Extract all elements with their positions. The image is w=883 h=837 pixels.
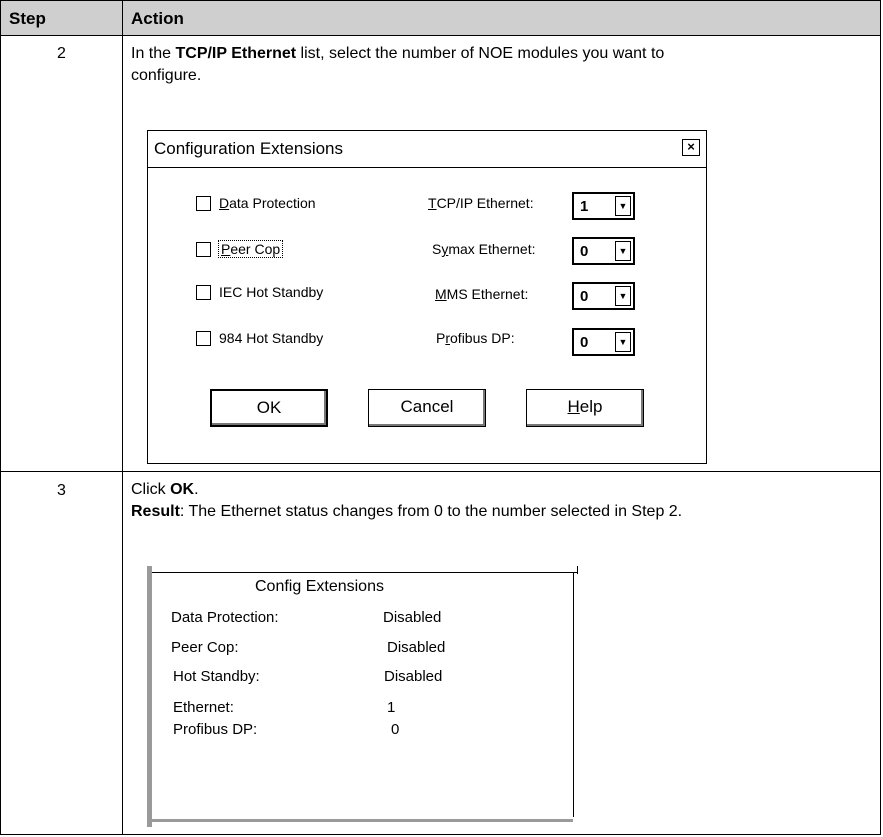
symax-ethernet-select[interactable]: 0 ▼ <box>572 237 635 265</box>
984-hot-standby-checkbox-row[interactable]: 984 Hot Standby <box>196 330 323 346</box>
step-3-instruction: Click OK. Result: The Ethernet status ch… <box>131 481 683 520</box>
hot-standby-status-value: Disabled <box>384 668 443 685</box>
data-protection-status-value: Disabled <box>383 609 442 626</box>
chevron-down-icon[interactable]: ▼ <box>615 286 631 306</box>
tcpip-ethernet-label: TCP/IP Ethernet: <box>428 195 534 211</box>
chevron-down-icon[interactable]: ▼ <box>615 241 631 261</box>
configuration-extensions-dialog: Configuration Extensions × Data Protecti… <box>147 130 707 464</box>
column-divider <box>122 1 123 834</box>
ethernet-status-value: 1 <box>387 699 396 716</box>
peer-cop-checkbox-row[interactable]: Peer Cop <box>196 240 284 258</box>
step-2-instruction: In the TCP/IP Ethernet list, select the … <box>131 45 665 84</box>
profibus-dp-select[interactable]: 0 ▼ <box>572 328 635 356</box>
tcpip-ethernet-select[interactable]: 1 ▼ <box>572 192 635 220</box>
table-header: Step Action <box>1 1 880 36</box>
profibus-dp-status-value: 0 <box>391 721 400 738</box>
ethernet-status-label: Ethernet: <box>173 699 234 716</box>
header-action: Action <box>131 9 184 28</box>
profibus-dp-label: Profibus DP: <box>436 330 515 346</box>
chevron-down-icon[interactable]: ▼ <box>615 332 631 352</box>
peer-cop-checkbox[interactable] <box>196 241 211 257</box>
config-extensions-status-panel: Config Extensions Data Protection: Disab… <box>147 566 578 827</box>
step-number-3: 3 <box>57 482 66 499</box>
config-panel-title: Config Extensions <box>255 578 384 595</box>
header-step: Step <box>9 9 46 28</box>
dialog-title: Configuration Extensions <box>154 139 344 158</box>
row-divider <box>1 471 880 472</box>
help-button[interactable]: Help <box>526 389 644 427</box>
984-hot-standby-label: 984 Hot Standby <box>219 330 324 346</box>
iec-hot-standby-checkbox-row[interactable]: IEC Hot Standby <box>196 284 323 300</box>
data-protection-label: Data Protection <box>219 195 316 211</box>
data-protection-checkbox-row[interactable]: Data Protection <box>196 195 316 211</box>
chevron-down-icon[interactable]: ▼ <box>615 196 631 216</box>
close-icon[interactable]: × <box>682 139 700 156</box>
hot-standby-status-label: Hot Standby: <box>173 668 260 685</box>
mms-ethernet-label: MMS Ethernet: <box>435 286 529 302</box>
984-hot-standby-checkbox[interactable] <box>196 330 211 346</box>
peer-cop-status-value: Disabled <box>387 639 446 656</box>
peer-cop-label: Peer Cop <box>217 240 284 258</box>
iec-hot-standby-label: IEC Hot Standby <box>219 284 324 300</box>
step-number-2: 2 <box>57 45 66 62</box>
title-separator <box>148 167 706 168</box>
data-protection-status-label: Data Protection: <box>171 609 279 626</box>
peer-cop-status-label: Peer Cop: <box>171 639 239 656</box>
profibus-dp-status-label: Profibus DP: <box>173 721 258 738</box>
symax-ethernet-label: Symax Ethernet: <box>432 241 536 257</box>
iec-hot-standby-checkbox[interactable] <box>196 284 211 300</box>
ok-button[interactable]: OK <box>210 389 328 427</box>
mms-ethernet-select[interactable]: 0 ▼ <box>572 282 635 310</box>
procedure-table: Step Action 2 In the TCP/IP Ethernet lis… <box>0 0 881 835</box>
data-protection-checkbox[interactable] <box>196 195 211 211</box>
cancel-button[interactable]: Cancel <box>368 389 486 427</box>
